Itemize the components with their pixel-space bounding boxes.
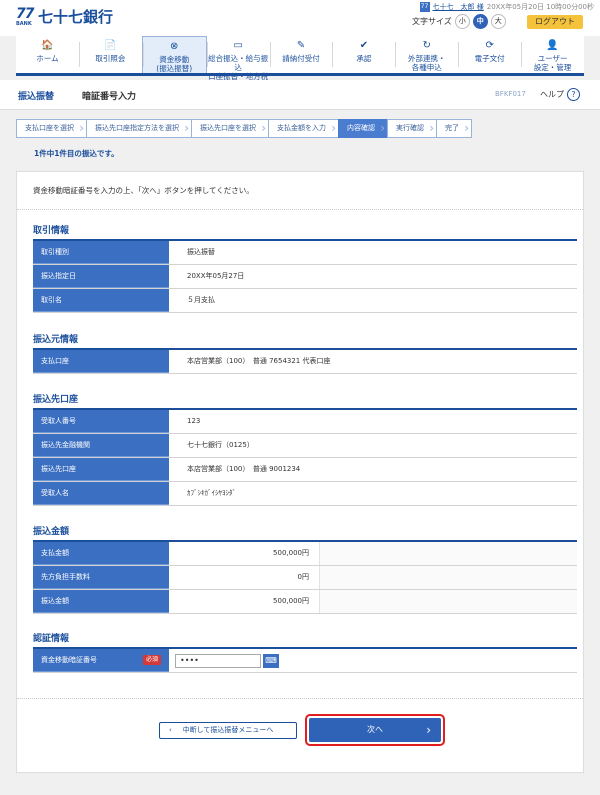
section-title-amount: 振込金額 [33, 527, 70, 537]
auth-table: 資金移動暗証番号 必須 •••• ⌨ [33, 647, 577, 673]
nav-tax-payment[interactable]: ✎ 請納付受付 [269, 36, 333, 73]
software-keyboard-icon[interactable]: ⌨ [263, 654, 279, 668]
nav-bulk-transfer[interactable]: ▭ 総合振込・給与振込 口座振替・地方税 [206, 36, 270, 81]
pen-icon: ✎ [296, 40, 306, 51]
table-row: 資金移動暗証番号 必須 •••• ⌨ [33, 649, 577, 673]
font-size-medium-button[interactable]: 中 [472, 14, 488, 29]
page-title: 暗証番号入力 [82, 92, 137, 102]
destination-table: 受取人番号 123 振込先金融機関 七十七銀行（0125） 振込先口座 本店営業… [33, 408, 577, 506]
bank-logo[interactable]: 77 BANK 七十七銀行 [16, 6, 114, 27]
section-title-destination: 振込先口座 [33, 395, 79, 405]
step-item: 振込先口座指定方法を選択 [86, 119, 191, 138]
link-icon: ↻ [422, 40, 431, 51]
help-icon: ? [567, 88, 580, 101]
approval-icon: ✔ [359, 40, 369, 51]
nav-inquiry[interactable]: 📄 取引照会 [78, 36, 142, 73]
table-row: 取引名 ５月支払 [33, 289, 577, 313]
font-size-small-button[interactable]: 小 [454, 14, 470, 29]
table-row: 先方負担手数料 0円 [33, 566, 577, 590]
nav-approval[interactable]: ✔ 承認 [332, 36, 395, 73]
progress-steps: 支払口座を選択 振込先口座指定方法を選択 振込先口座を選択 支払金額を入力 内容… [16, 119, 472, 138]
page-titlebar: 振込振替 暗証番号入力 BFKF017 ヘルプ ? [0, 80, 600, 110]
next-button[interactable]: 次へ › [309, 718, 441, 742]
abort-back-button[interactable]: ‹ 中断して振込振替メニューへ [159, 722, 297, 739]
user-name-link[interactable]: 七十七 太郎 様 [433, 2, 484, 12]
required-badge: 必須 [142, 655, 161, 665]
help-link[interactable]: ヘルプ ? [540, 88, 580, 101]
global-nav: 🏠 ホーム 📄 取引照会 ⊗ 資金移動 (振込振替) ▭ 総合振込・給与振込 口… [16, 36, 584, 81]
step-item: 実行確認 [387, 119, 436, 138]
password-label: 資金移動暗証番号 必須 [33, 649, 169, 672]
table-row: 受取人名 ｶﾌﾞｼｷｶﾞｲｼﾔﾖｼﾀﾞ [33, 482, 577, 506]
transaction-table: 取引種別 振込振替 振込指定日 20XX年05月27日 取引名 ５月支払 [33, 239, 577, 313]
transfer-count-note: 1件中1件目の振込です。 [34, 149, 119, 158]
table-row: 振込金額 500,000円 [33, 590, 577, 614]
step-item: 支払金額を入力 [268, 119, 338, 138]
table-row: 支払金額 500,000円 [33, 542, 577, 566]
step-item-active: 内容確認 [338, 119, 387, 138]
table-row: 振込先口座 本店営業部（100） 普通 9001234 [33, 458, 577, 482]
font-size-switcher: 文字サイズ 小 中 大 [412, 14, 506, 29]
header: 77 BANK 七十七銀行 77 七十七 太郎 様 20XX年05月20日 10… [0, 0, 600, 36]
bank-name: 七十七銀行 [38, 8, 114, 26]
login-datetime: 20XX年05月20日 10時00分00秒 [486, 3, 594, 11]
next-button-highlight: 次へ › [305, 714, 445, 746]
font-size-label: 文字サイズ [412, 17, 452, 26]
step-item: 支払口座を選択 [16, 119, 86, 138]
section-title-auth: 認証情報 [33, 634, 70, 644]
user-settings-icon: 👤 [546, 40, 559, 51]
document-icon: 📄 [104, 40, 117, 51]
step-item: 完了 [436, 119, 472, 138]
section-title-source: 振込元情報 [33, 335, 79, 345]
step-item: 振込先口座を選択 [191, 119, 268, 138]
amount-table: 支払金額 500,000円 先方負担手数料 0円 振込金額 500,000円 [33, 540, 577, 614]
home-icon: 🏠 [41, 40, 54, 51]
nav-home[interactable]: 🏠 ホーム [16, 36, 79, 73]
table-row: 受取人番号 123 [33, 410, 577, 434]
transfer-password-input[interactable]: •••• [175, 654, 261, 668]
table-row: 振込指定日 20XX年05月27日 [33, 265, 577, 289]
divider [17, 698, 583, 699]
table-row: 支払口座 本店営業部（100） 普通 7654321 代表口座 [33, 350, 577, 374]
screen-id: BFKF017 [495, 90, 526, 98]
chevron-right-icon: › [426, 723, 431, 737]
user-info: 77 七十七 太郎 様 20XX年05月20日 10時00分00秒 [419, 2, 594, 12]
nav-user-settings[interactable]: 👤 ユーザー 設定・管理 [521, 36, 584, 73]
refresh-icon: ⟳ [485, 40, 494, 51]
logo-mark: 77 BANK [16, 6, 35, 27]
table-row: 振込先金融機関 七十七銀行（0125） [33, 434, 577, 458]
nav-external[interactable]: ↻ 外部連携・ 各種申込 [395, 36, 458, 73]
nav-e-delivery[interactable]: ⟳ 電子文付 [458, 36, 521, 73]
card-icon: ▭ [233, 40, 243, 51]
section-title-transaction: 取引情報 [33, 226, 70, 236]
divider [17, 209, 583, 210]
main-panel: 資金移動暗証番号を入力の上、「次へ」ボタンを押してください。 取引情報 取引種別… [16, 171, 584, 773]
page-category: 振込振替 [18, 92, 55, 102]
instruction-text: 資金移動暗証番号を入力の上、「次へ」ボタンを押してください。 [33, 186, 254, 195]
user-icon: 77 [419, 2, 430, 12]
table-row: 取引種別 振込振替 [33, 241, 577, 265]
transfer-icon: ⊗ [170, 41, 179, 52]
chevron-left-icon: ‹ [169, 726, 172, 734]
nav-fund-transfer[interactable]: ⊗ 資金移動 (振込振替) [141, 36, 207, 73]
source-table: 支払口座 本店営業部（100） 普通 7654321 代表口座 [33, 348, 577, 374]
font-size-large-button[interactable]: 大 [490, 14, 506, 29]
logout-button[interactable]: ログアウト [527, 15, 583, 29]
